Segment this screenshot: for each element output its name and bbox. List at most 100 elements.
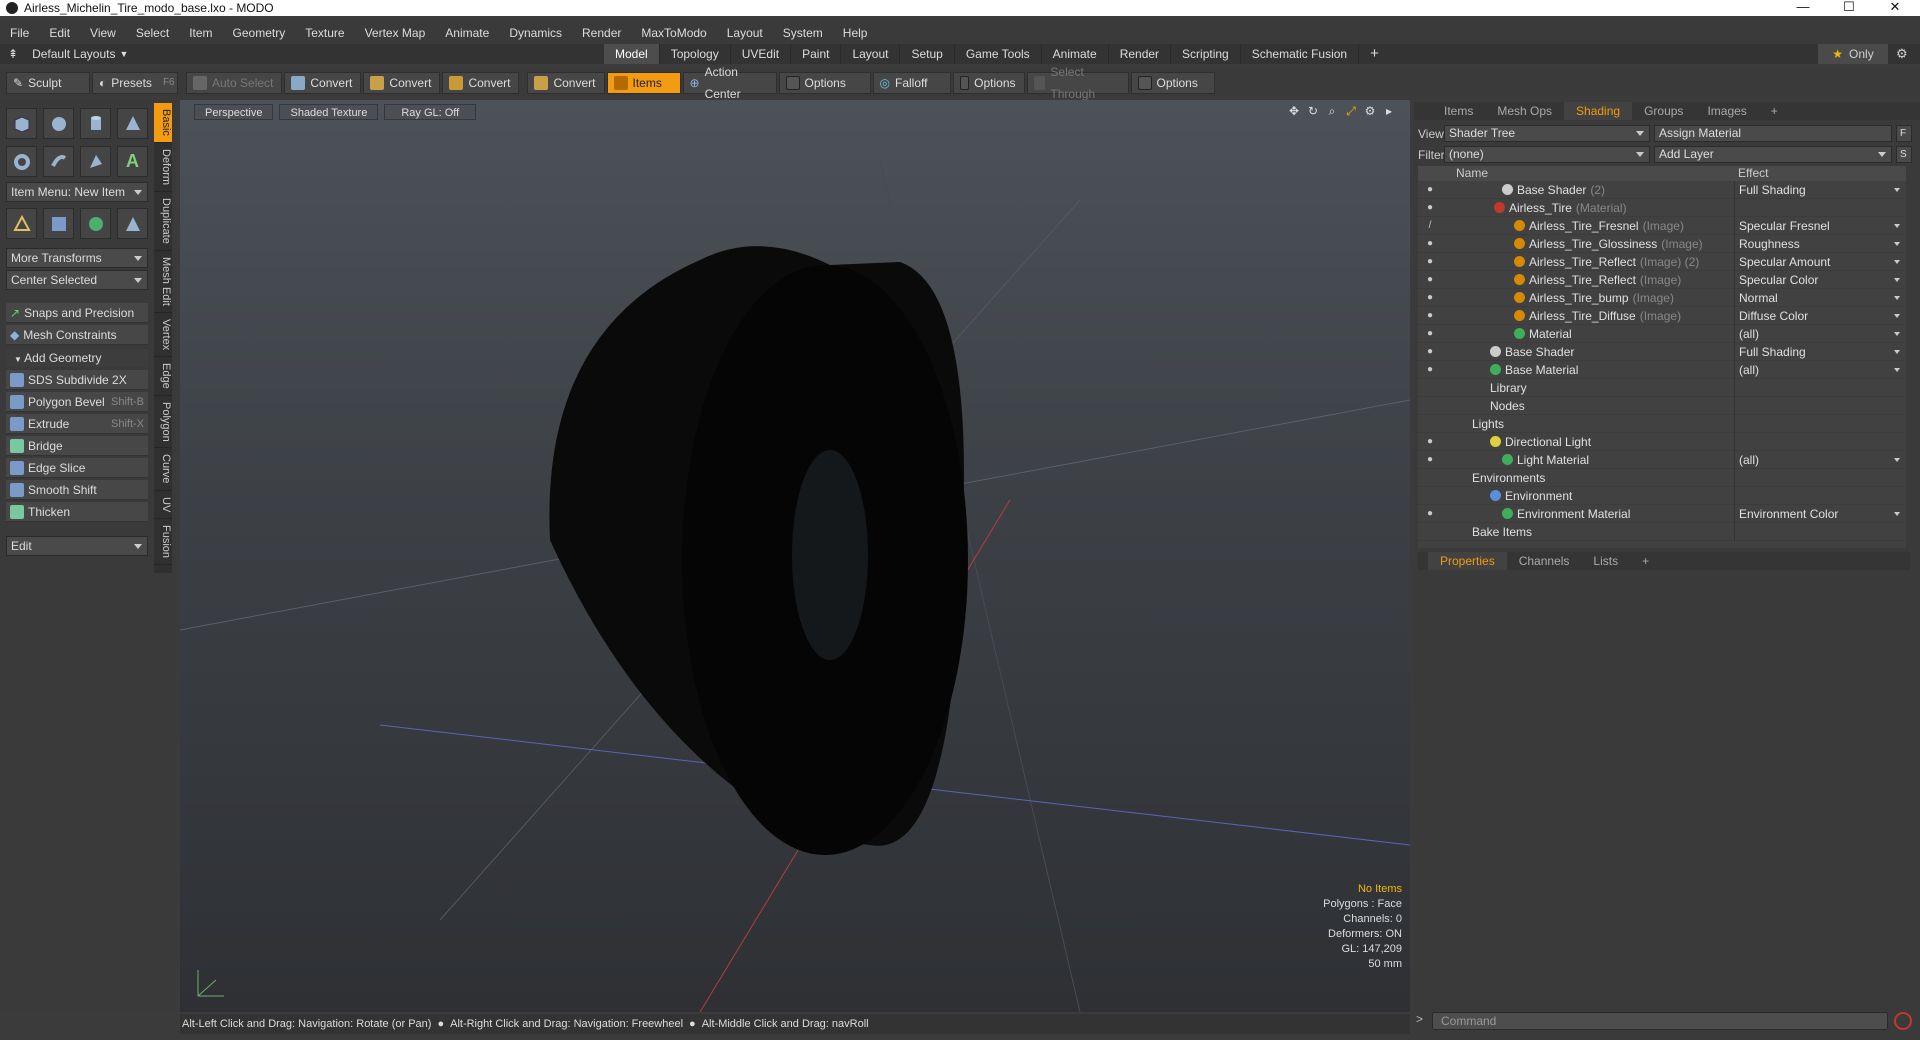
col-name[interactable]: Name <box>1442 166 1734 181</box>
tree-item[interactable]: Library <box>1442 381 1734 395</box>
tree-item[interactable]: Bake Items <box>1442 525 1734 539</box>
f-button[interactable]: F <box>1896 125 1912 142</box>
layouts-dropdown[interactable]: ⇞ Default Layouts ▼ <box>8 47 128 61</box>
visibility-eye-icon[interactable]: ● <box>1418 310 1442 321</box>
tab-scripting[interactable]: Scripting <box>1171 44 1241 64</box>
tree-item[interactable]: Environments <box>1442 471 1734 485</box>
menu-file[interactable]: File <box>0 26 39 40</box>
visibility-eye-icon[interactable]: ● <box>1418 256 1442 267</box>
menu-geometry[interactable]: Geometry <box>223 26 296 40</box>
tree-item[interactable]: Environment Material <box>1442 507 1734 521</box>
tree-row[interactable]: Environments <box>1418 468 1906 487</box>
viewport-gear-icon[interactable]: ⚙ <box>1363 104 1377 118</box>
mesh-constraints-button[interactable]: ◆ Mesh Constraints <box>6 325 148 345</box>
minimize-button[interactable]: — <box>1780 0 1826 16</box>
tree-row[interactable]: Bake Items <box>1418 522 1906 541</box>
globe-icon[interactable] <box>80 208 111 239</box>
tree-row[interactable]: ● Airless_Tire_bump (Image) Normal <box>1418 288 1906 307</box>
vtab-edge[interactable]: Edge <box>154 357 172 396</box>
effect-dropdown[interactable] <box>1734 432 1906 451</box>
visibility-eye-icon[interactable]: ● <box>1418 238 1442 249</box>
options-button-2[interactable]: Options <box>952 72 1025 94</box>
action-center-button[interactable]: ⊕ Action Center <box>682 65 777 101</box>
effect-dropdown[interactable]: Specular Color <box>1734 270 1906 289</box>
auto-select-button[interactable]: Auto Select <box>186 72 283 94</box>
polygon-bevel-button[interactable]: Polygon Bevel Shift-B <box>6 392 148 412</box>
tree-row[interactable]: ● Base Shader Full Shading <box>1418 342 1906 361</box>
menu-system[interactable]: System <box>773 26 833 40</box>
thicken-button[interactable]: Thicken <box>6 502 148 522</box>
tab-paint[interactable]: Paint <box>791 44 842 64</box>
col-effect[interactable]: Effect <box>1734 166 1906 181</box>
menu-layout[interactable]: Layout <box>717 26 773 40</box>
vtab-uv[interactable]: UV <box>154 491 172 520</box>
cube-icon[interactable] <box>6 108 37 139</box>
assign-material-button[interactable]: Assign Material <box>1654 125 1892 142</box>
effect-dropdown[interactable]: (all) <box>1734 450 1906 469</box>
tree-item[interactable]: Airless_Tire_bump (Image) <box>1442 291 1734 305</box>
menu-maxtomodo[interactable]: MaxToModo <box>631 26 716 40</box>
visibility-eye-icon[interactable]: ● <box>1418 292 1442 303</box>
tree-item[interactable]: Airless_Tire_Fresnel (Image) <box>1442 219 1734 233</box>
presets-button[interactable]: ◐ Presets F6 <box>92 72 178 94</box>
visibility-eye-icon[interactable]: ● <box>1418 346 1442 357</box>
effect-dropdown[interactable]: Full Shading <box>1734 180 1906 199</box>
tab-schematic-fusion[interactable]: Schematic Fusion <box>1241 44 1360 64</box>
add-layer-dropdown[interactable]: Add Layer <box>1654 146 1892 163</box>
add-geometry-section[interactable]: ▼ Add Geometry <box>6 349 148 367</box>
vtab-basic[interactable]: Basic <box>154 103 172 143</box>
s-button[interactable]: S <box>1896 146 1912 163</box>
tab-shading[interactable]: Shading <box>1564 102 1633 120</box>
menu-view[interactable]: View <box>80 26 126 40</box>
tree-row[interactable]: ● Airless_Tire_Diffuse (Image) Diffuse Colo… <box>1418 306 1906 325</box>
rotate-view-icon[interactable]: ↻ <box>1306 104 1320 118</box>
vtab-fusion[interactable]: Fusion <box>154 519 172 566</box>
tab-groups[interactable]: Groups <box>1632 102 1695 120</box>
shading-mode-button[interactable]: Shaded Texture <box>279 104 379 120</box>
only-toggle[interactable]: ★ Only <box>1818 44 1888 64</box>
falloff-button[interactable]: ◎ Falloff <box>872 72 951 94</box>
tree-item[interactable]: Lights <box>1442 417 1734 431</box>
pen-tool-icon[interactable] <box>80 146 111 177</box>
more-transforms-dropdown[interactable]: More Transforms <box>6 248 148 268</box>
tree-row[interactable]: ● Airless_Tire_Glossiness (Image) Roughness <box>1418 234 1906 253</box>
effect-dropdown[interactable]: Full Shading <box>1734 342 1906 361</box>
menu-help[interactable]: Help <box>833 26 878 40</box>
tree-item[interactable]: Directional Light <box>1442 435 1734 449</box>
tree-item[interactable]: Base Material <box>1442 363 1734 377</box>
visibility-eye-icon[interactable]: ● <box>1418 364 1442 375</box>
tree-item[interactable]: Nodes <box>1442 399 1734 413</box>
edit-dropdown[interactable]: Edit <box>6 536 148 556</box>
sds-subdivide-button[interactable]: SDS Subdivide 2X <box>6 370 148 390</box>
move-view-icon[interactable]: ✥ <box>1287 104 1301 118</box>
3d-viewport[interactable]: Perspective Shaded Texture Ray GL: Off ✥… <box>180 100 1410 1012</box>
visibility-eye-icon[interactable]: ● <box>1418 184 1442 195</box>
tree-row[interactable]: ● Light Material (all) <box>1418 450 1906 469</box>
tree-item[interactable]: Base Shader (2) <box>1442 183 1734 197</box>
menu-animate[interactable]: Animate <box>435 26 499 40</box>
view-mode-button[interactable]: Perspective <box>194 104 274 120</box>
edge-slice-button[interactable]: Edge Slice <box>6 458 148 478</box>
tree-item[interactable]: Light Material <box>1442 453 1734 467</box>
effect-dropdown[interactable] <box>1734 468 1906 487</box>
effect-dropdown[interactable]: (all) <box>1734 324 1906 343</box>
tree-item[interactable]: Base Shader <box>1442 345 1734 359</box>
command-input[interactable]: Command <box>1432 1012 1888 1030</box>
tree-row[interactable]: ● Base Shader (2) Full Shading <box>1418 180 1906 199</box>
add-tab-icon[interactable]: + <box>1630 552 1661 570</box>
item-menu-dropdown[interactable]: Item Menu: New Item <box>6 182 148 202</box>
visibility-eye-icon[interactable]: ● <box>1418 328 1442 339</box>
tab-mesh-ops[interactable]: Mesh Ops <box>1485 102 1564 120</box>
effect-dropdown[interactable] <box>1734 486 1906 505</box>
tree-item[interactable]: Airless_Tire (Material) <box>1442 201 1734 215</box>
tree-item[interactable]: Airless_Tire_Reflect (Image) <box>1442 273 1734 287</box>
vtab-polygon[interactable]: Polygon <box>154 396 172 449</box>
vtab-vertex[interactable]: Vertex <box>154 313 172 357</box>
tree-row[interactable]: Environment <box>1418 486 1906 505</box>
tab-setup[interactable]: Setup <box>900 44 955 64</box>
grid-icon[interactable] <box>43 208 74 239</box>
options-button-1[interactable]: Options <box>778 72 871 94</box>
bridge-button[interactable]: Bridge <box>6 436 148 456</box>
snaps-precision-button[interactable]: ↗ Snaps and Precision <box>6 303 148 323</box>
stop-record-icon[interactable] <box>1894 1012 1912 1030</box>
